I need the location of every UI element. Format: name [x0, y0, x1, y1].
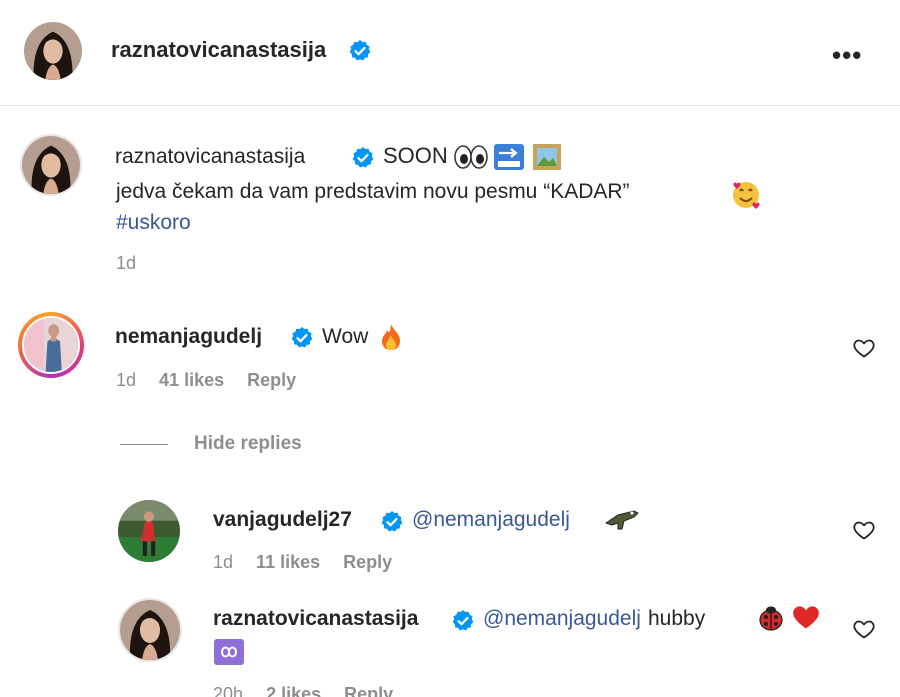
infinity-emoji-icon	[213, 638, 245, 671]
verified-badge-icon	[348, 39, 372, 63]
caption-text: SOON	[383, 143, 448, 168]
profile-photo-icon	[24, 318, 78, 372]
avatar[interactable]	[22, 316, 80, 374]
verified-badge-icon	[351, 146, 375, 170]
eyes-emoji-icon	[454, 145, 488, 174]
framed-picture-emoji-icon	[532, 143, 562, 176]
reply-timestamp: 20h	[213, 684, 244, 697]
profile-photo-icon	[24, 22, 82, 80]
hashtag-link[interactable]: #uskoro	[116, 211, 191, 235]
reply-timestamp: 1d	[213, 552, 234, 572]
likes-count[interactable]: 41 likes	[159, 370, 224, 390]
reply-button[interactable]: Reply	[247, 370, 296, 390]
verified-badge-icon	[290, 326, 314, 350]
heart-outline-icon[interactable]	[852, 518, 876, 547]
ladybug-emoji-icon	[756, 604, 786, 637]
red-heart-emoji-icon	[791, 604, 821, 637]
crocodile-emoji-icon	[604, 505, 640, 538]
smiling-hearts-emoji-icon	[731, 180, 761, 215]
comment-timestamp: 1d	[116, 370, 137, 390]
profile-photo-icon	[120, 600, 180, 660]
profile-photo-icon	[22, 136, 80, 194]
reply-button[interactable]: Reply	[343, 552, 392, 572]
heart-outline-icon[interactable]	[852, 617, 876, 646]
fire-emoji-icon	[378, 323, 404, 356]
comment-text: Wow	[322, 325, 369, 348]
reply-button[interactable]: Reply	[344, 684, 393, 697]
reply-meta: 1d 11 likes Reply	[213, 552, 410, 573]
avatar[interactable]	[24, 22, 82, 80]
verified-badge-icon	[451, 609, 475, 633]
more-options-icon[interactable]: •••	[832, 40, 862, 71]
divider	[120, 444, 168, 445]
reply-username[interactable]: raznatovicanastasija	[213, 607, 418, 631]
header-username[interactable]: raznatovicanastasija	[111, 37, 326, 63]
caption-username[interactable]: raznatovicanastasija	[115, 145, 305, 169]
comment-meta: 1d 41 likes Reply	[116, 370, 314, 391]
likes-count[interactable]: 11 likes	[256, 552, 320, 572]
profile-photo-icon	[118, 500, 180, 562]
reply-meta: 20h 2 likes Reply	[213, 684, 411, 697]
avatar[interactable]	[20, 134, 82, 196]
verified-badge-icon	[380, 510, 404, 534]
heart-outline-icon[interactable]	[852, 336, 876, 365]
hide-replies-label[interactable]: Hide replies	[194, 433, 302, 455]
avatar[interactable]	[118, 598, 182, 662]
reply-username[interactable]: vanjagudelj27	[213, 508, 352, 532]
mention-link[interactable]: @nemanjagudelj	[412, 508, 570, 532]
story-ring[interactable]	[18, 312, 84, 378]
comment-username[interactable]: nemanjagudelj	[115, 325, 262, 349]
post-header: raznatovicanastasija •••	[0, 0, 900, 106]
reply-text: hubby	[648, 607, 706, 630]
caption-line-2: jedva čekam da vam predstavim novu pesmu…	[116, 180, 630, 203]
mention-link[interactable]: @nemanjagudelj	[483, 607, 641, 631]
soon-arrow-emoji-icon	[493, 143, 525, 176]
caption-timestamp: 1d	[116, 253, 137, 273]
likes-count[interactable]: 2 likes	[266, 684, 321, 697]
avatar[interactable]	[118, 500, 180, 562]
